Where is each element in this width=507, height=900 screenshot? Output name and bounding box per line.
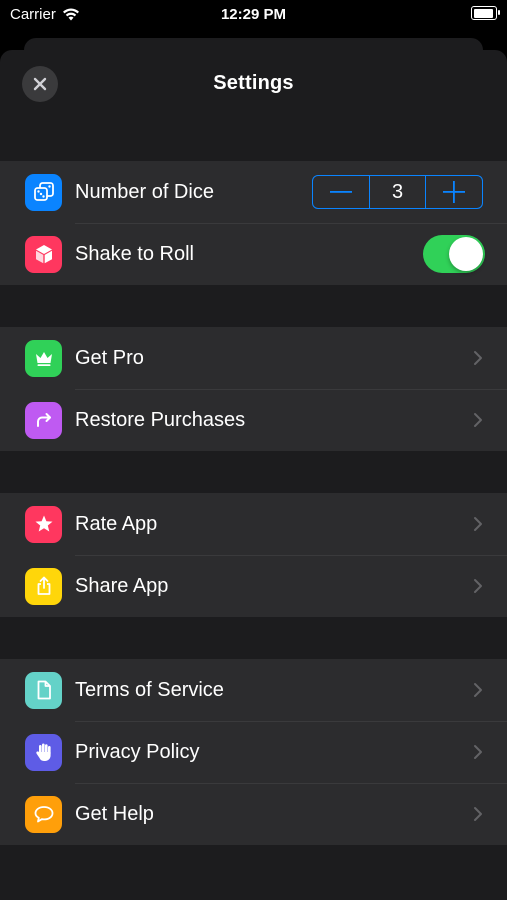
settings-sheet: Settings Number of Dice 3 Shake to Roll … — [0, 50, 507, 900]
row-label: Restore Purchases — [75, 408, 246, 431]
crown-icon — [25, 339, 62, 377]
battery-icon — [471, 6, 500, 20]
chevron-right-icon — [474, 745, 482, 759]
row-terms-of-service[interactable]: Terms of Service — [0, 659, 507, 721]
dice-count-stepper: 3 — [312, 175, 483, 209]
chevron-right-icon — [474, 683, 482, 697]
settings-group-share: Rate App Share App — [0, 493, 507, 617]
row-privacy-policy[interactable]: Privacy Policy — [0, 721, 507, 783]
share-icon — [25, 567, 62, 605]
row-restore-purchases[interactable]: Restore Purchases — [0, 389, 507, 451]
shake-to-roll-toggle[interactable] — [423, 235, 485, 273]
increment-button[interactable] — [425, 176, 482, 208]
minus-icon — [329, 191, 352, 193]
status-time: 12:29 PM — [220, 6, 287, 23]
decrement-button[interactable] — [313, 176, 369, 208]
row-rate-app[interactable]: Rate App — [0, 493, 507, 555]
toggle-knob — [449, 237, 483, 271]
arrow-redo-icon — [25, 401, 62, 439]
page-title: Settings — [213, 72, 294, 94]
stepper-value-cell: 3 — [368, 176, 426, 208]
settings-group-purchases: Get Pro Restore Purchases — [0, 327, 507, 451]
row-label: Get Help — [75, 802, 154, 825]
row-label: Share App — [75, 574, 169, 597]
row-label: Get Pro — [75, 346, 144, 369]
chevron-right-icon — [474, 413, 482, 427]
row-label: Shake to Roll — [75, 242, 194, 265]
row-number-of-dice: Number of Dice 3 — [0, 161, 507, 223]
chat-bubble-icon — [25, 795, 62, 833]
row-label: Terms of Service — [75, 678, 224, 701]
settings-group-game: Number of Dice 3 Shake to Roll — [0, 161, 507, 285]
cube-icon — [25, 235, 62, 273]
status-bar: Carrier 12:29 PM — [0, 0, 507, 30]
dice-icon — [25, 173, 62, 211]
row-get-pro[interactable]: Get Pro — [0, 327, 507, 389]
stepper-value: 3 — [391, 180, 404, 203]
document-icon — [25, 671, 62, 709]
row-share-app[interactable]: Share App — [0, 555, 507, 617]
chevron-right-icon — [474, 517, 482, 531]
chevron-right-icon — [474, 579, 482, 593]
row-label: Rate App — [75, 512, 158, 535]
row-label: Number of Dice — [75, 180, 214, 203]
chevron-right-icon — [474, 351, 482, 365]
plus-icon — [443, 181, 466, 203]
chevron-right-icon — [474, 807, 482, 821]
sheet-header: Settings — [0, 50, 507, 118]
settings-group-support: Terms of Service Privacy Policy Get Help — [0, 659, 507, 845]
hand-icon — [25, 733, 62, 771]
row-get-help[interactable]: Get Help — [0, 783, 507, 845]
star-icon — [25, 505, 62, 543]
row-shake-to-roll: Shake to Roll — [0, 223, 507, 285]
row-label: Privacy Policy — [75, 740, 200, 763]
